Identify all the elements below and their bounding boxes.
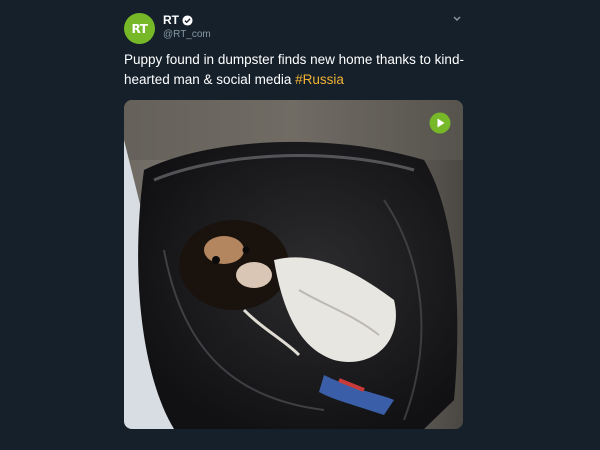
verified-badge-icon [182,14,193,26]
avatar-label: RT [131,21,148,36]
tweet-text: Puppy found in dumpster finds new home t… [124,50,469,90]
hashtag-link[interactable]: #Russia [295,72,344,87]
tweet-card: RT RT @RT_com Puppy found in dumpster fi… [0,0,600,450]
video-frame-image [124,100,463,429]
author-name-row: RT [163,13,193,27]
video-thumbnail[interactable] [124,100,463,429]
display-name[interactable]: RT [163,13,179,27]
play-icon[interactable] [429,112,451,134]
user-handle[interactable]: @RT_com [163,29,211,40]
tweet-body: Puppy found in dumpster finds new home t… [124,52,464,87]
chevron-down-icon[interactable] [451,14,463,24]
avatar[interactable]: RT [124,13,155,44]
